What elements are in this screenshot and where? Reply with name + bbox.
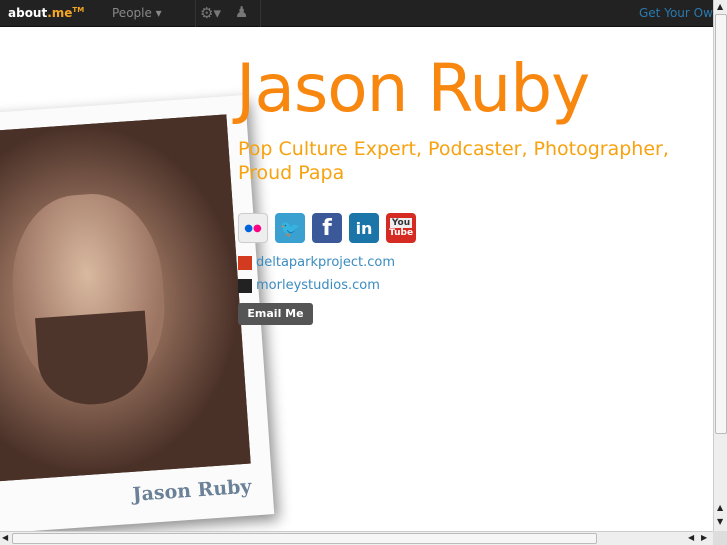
link-text[interactable]: deltaparkproject.com xyxy=(256,255,395,270)
about-me-logo[interactable]: about.meTM xyxy=(8,6,84,20)
vertical-scrollbar[interactable]: ▲ ▲ ▼ xyxy=(713,0,727,531)
people-menu[interactable]: People ▾ xyxy=(112,6,162,20)
profile-photo xyxy=(0,114,251,482)
horizontal-scrollbar[interactable]: ◀ ◀ ▶ xyxy=(0,531,713,545)
gear-icon[interactable]: ⚙▾ xyxy=(200,4,221,22)
social-links: ● ● 🐦 f in You Tube xyxy=(238,213,416,243)
linkedin-icon[interactable]: in xyxy=(349,213,379,243)
photo-caption: Jason Ruby xyxy=(131,475,253,506)
logo-accent: .me xyxy=(47,6,73,20)
top-bar: about.meTM People ▾ ⚙▾ ♟ Get Your Own xyxy=(0,0,713,27)
logo-tm: TM xyxy=(72,6,85,14)
divider xyxy=(195,0,196,27)
get-your-own-link[interactable]: Get Your Own xyxy=(639,6,713,20)
divider xyxy=(260,0,261,27)
logo-text: about xyxy=(8,6,48,20)
link-text[interactable]: morleystudios.com xyxy=(256,278,380,293)
youtube-icon[interactable]: You Tube xyxy=(386,213,416,243)
facebook-icon[interactable]: f xyxy=(312,213,342,243)
profile-headline: Pop Culture Expert, Podcaster, Photograp… xyxy=(238,138,669,184)
website-link[interactable]: morleystudios.com xyxy=(238,278,380,293)
website-link[interactable]: deltaparkproject.com xyxy=(238,255,395,270)
scroll-corner xyxy=(713,531,727,545)
rss-icon xyxy=(238,255,252,270)
profile-name: Jason Ruby xyxy=(236,50,590,127)
twitter-icon[interactable]: 🐦 xyxy=(275,213,305,243)
add-person-icon[interactable]: ♟ xyxy=(235,3,248,21)
email-me-button[interactable]: Email Me xyxy=(238,303,313,325)
profile-photo-frame: Jason Ruby xyxy=(0,95,275,535)
link-icon xyxy=(238,278,252,293)
